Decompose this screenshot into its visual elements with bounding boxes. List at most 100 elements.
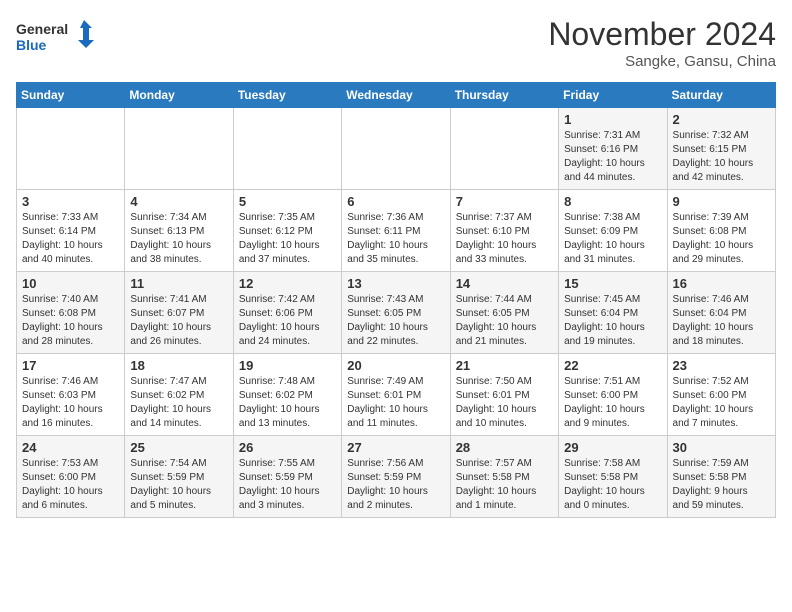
day-number: 1	[564, 112, 661, 127]
week-row-3: 10Sunrise: 7:40 AM Sunset: 6:08 PM Dayli…	[17, 272, 776, 354]
header-cell-saturday: Saturday	[667, 83, 775, 108]
header-cell-sunday: Sunday	[17, 83, 125, 108]
day-number: 3	[22, 194, 119, 209]
calendar-cell: 14 Sunrise: 7:44 AM Sunset: 6:05 PM Dayli…	[450, 272, 558, 354]
location-subtitle: Sangke, Gansu, China	[548, 53, 776, 70]
title-block: November 2024 Sangke, Gansu, China	[548, 16, 776, 70]
calendar-cell: 21Sunrise: 7:50 AM Sunset: 6:01 PM Dayli…	[450, 354, 558, 436]
header-row: SundayMondayTuesdayWednesdayThursdayFrid…	[17, 83, 776, 108]
cell-content: Sunrise: 7:49 AM Sunset: 6:01 PM Dayligh…	[347, 375, 444, 431]
calendar-cell	[450, 108, 558, 190]
day-number: 6	[347, 194, 444, 209]
cell-content: Sunrise: 7:56 AM Sunset: 5:59 PM Dayligh…	[347, 457, 444, 513]
calendar-cell: 18 Sunrise: 7:47 AM Sunset: 6:02 PM Dayli…	[125, 354, 233, 436]
calendar-cell: 7 Sunrise: 7:37 AM Sunset: 6:10 PM Daylig…	[450, 190, 558, 272]
calendar-cell: 6 Sunrise: 7:36 AM Sunset: 6:11 PM Daylig…	[342, 190, 450, 272]
calendar-cell	[233, 108, 341, 190]
header-cell-friday: Friday	[559, 83, 667, 108]
calendar-cell: 12Sunrise: 7:42 AM Sunset: 6:06 PM Dayli…	[233, 272, 341, 354]
day-number: 2	[673, 112, 770, 127]
cell-content: Sunrise: 7:50 AM Sunset: 6:01 PM Dayligh…	[456, 375, 553, 431]
cell-content: Sunrise: 7:57 AM Sunset: 5:58 PM Dayligh…	[456, 457, 553, 513]
cell-content: Sunrise: 7:41 AM Sunset: 6:07 PM Dayligh…	[130, 293, 227, 349]
day-number: 19	[239, 358, 336, 373]
calendar-cell: 1 Sunrise: 7:31 AM Sunset: 6:16 PM Daylig…	[559, 108, 667, 190]
day-number: 11	[130, 276, 227, 291]
day-number: 16	[673, 276, 770, 291]
cell-content: Sunrise: 7:54 AM Sunset: 5:59 PM Dayligh…	[130, 457, 227, 513]
cell-content: Sunrise: 7:58 AM Sunset: 5:58 PM Dayligh…	[564, 457, 661, 513]
calendar-cell: 24Sunrise: 7:53 AM Sunset: 6:00 PM Dayli…	[17, 436, 125, 518]
day-number: 4	[130, 194, 227, 209]
day-number: 13	[347, 276, 444, 291]
calendar-cell: 10Sunrise: 7:40 AM Sunset: 6:08 PM Dayli…	[17, 272, 125, 354]
cell-content: Sunrise: 7:31 AM Sunset: 6:16 PM Dayligh…	[564, 129, 661, 185]
calendar-cell: 19 Sunrise: 7:48 AM Sunset: 6:02 PM Dayli…	[233, 354, 341, 436]
cell-content: Sunrise: 7:52 AM Sunset: 6:00 PM Dayligh…	[673, 375, 770, 431]
day-number: 28	[456, 440, 553, 455]
day-number: 18	[130, 358, 227, 373]
cell-content: Sunrise: 7:37 AM Sunset: 6:10 PM Dayligh…	[456, 211, 553, 267]
cell-content: Sunrise: 7:46 AM Sunset: 6:03 PM Dayligh…	[22, 375, 119, 431]
calendar-cell: 29Sunrise: 7:58 AM Sunset: 5:58 PM Dayli…	[559, 436, 667, 518]
page-header: General Blue November 2024 Sangke, Gansu…	[16, 16, 776, 70]
day-number: 20	[347, 358, 444, 373]
calendar-cell: 28 Sunrise: 7:57 AM Sunset: 5:58 PM Dayli…	[450, 436, 558, 518]
calendar-cell: 17 Sunrise: 7:46 AM Sunset: 6:03 PM Dayli…	[17, 354, 125, 436]
cell-content: Sunrise: 7:35 AM Sunset: 6:12 PM Dayligh…	[239, 211, 336, 267]
logo-svg: General Blue	[16, 16, 96, 56]
calendar-cell: 27 Sunrise: 7:56 AM Sunset: 5:59 PM Dayli…	[342, 436, 450, 518]
day-number: 8	[564, 194, 661, 209]
week-row-2: 3 Sunrise: 7:33 AM Sunset: 6:14 PM Daylig…	[17, 190, 776, 272]
calendar-cell: 25 Sunrise: 7:54 AM Sunset: 5:59 PM Dayli…	[125, 436, 233, 518]
cell-content: Sunrise: 7:44 AM Sunset: 6:05 PM Dayligh…	[456, 293, 553, 349]
cell-content: Sunrise: 7:55 AM Sunset: 5:59 PM Dayligh…	[239, 457, 336, 513]
cell-content: Sunrise: 7:36 AM Sunset: 6:11 PM Dayligh…	[347, 211, 444, 267]
calendar-cell: 26 Sunrise: 7:55 AM Sunset: 5:59 PM Dayli…	[233, 436, 341, 518]
cell-content: Sunrise: 7:39 AM Sunset: 6:08 PM Dayligh…	[673, 211, 770, 267]
day-number: 27	[347, 440, 444, 455]
calendar-cell: 23 Sunrise: 7:52 AM Sunset: 6:00 PM Dayli…	[667, 354, 775, 436]
cell-content: Sunrise: 7:40 AM Sunset: 6:08 PM Dayligh…	[22, 293, 119, 349]
cell-content: Sunrise: 7:48 AM Sunset: 6:02 PM Dayligh…	[239, 375, 336, 431]
calendar-cell: 3 Sunrise: 7:33 AM Sunset: 6:14 PM Daylig…	[17, 190, 125, 272]
day-number: 5	[239, 194, 336, 209]
calendar-cell	[17, 108, 125, 190]
header-cell-monday: Monday	[125, 83, 233, 108]
month-title: November 2024	[548, 16, 776, 53]
cell-content: Sunrise: 7:38 AM Sunset: 6:09 PM Dayligh…	[564, 211, 661, 267]
day-number: 15	[564, 276, 661, 291]
calendar-cell: 4Sunrise: 7:34 AM Sunset: 6:13 PM Daylig…	[125, 190, 233, 272]
cell-content: Sunrise: 7:47 AM Sunset: 6:02 PM Dayligh…	[130, 375, 227, 431]
calendar-cell	[125, 108, 233, 190]
calendar-cell: 2Sunrise: 7:32 AM Sunset: 6:15 PM Daylig…	[667, 108, 775, 190]
cell-content: Sunrise: 7:43 AM Sunset: 6:05 PM Dayligh…	[347, 293, 444, 349]
svg-text:Blue: Blue	[16, 37, 47, 53]
cell-content: Sunrise: 7:59 AM Sunset: 5:58 PM Dayligh…	[673, 457, 770, 513]
day-number: 25	[130, 440, 227, 455]
calendar-cell: 30Sunrise: 7:59 AM Sunset: 5:58 PM Dayli…	[667, 436, 775, 518]
calendar-table: SundayMondayTuesdayWednesdayThursdayFrid…	[16, 82, 776, 518]
calendar-cell	[342, 108, 450, 190]
calendar-cell: 20 Sunrise: 7:49 AM Sunset: 6:01 PM Dayli…	[342, 354, 450, 436]
calendar-cell: 11 Sunrise: 7:41 AM Sunset: 6:07 PM Dayli…	[125, 272, 233, 354]
calendar-cell: 15 Sunrise: 7:45 AM Sunset: 6:04 PM Dayli…	[559, 272, 667, 354]
cell-content: Sunrise: 7:51 AM Sunset: 6:00 PM Dayligh…	[564, 375, 661, 431]
cell-content: Sunrise: 7:33 AM Sunset: 6:14 PM Dayligh…	[22, 211, 119, 267]
svg-text:General: General	[16, 21, 68, 37]
day-number: 17	[22, 358, 119, 373]
week-row-4: 17 Sunrise: 7:46 AM Sunset: 6:03 PM Dayli…	[17, 354, 776, 436]
day-number: 23	[673, 358, 770, 373]
week-row-5: 24Sunrise: 7:53 AM Sunset: 6:00 PM Dayli…	[17, 436, 776, 518]
cell-content: Sunrise: 7:45 AM Sunset: 6:04 PM Dayligh…	[564, 293, 661, 349]
calendar-cell: 13 Sunrise: 7:43 AM Sunset: 6:05 PM Dayli…	[342, 272, 450, 354]
header-cell-tuesday: Tuesday	[233, 83, 341, 108]
calendar-cell: 22 Sunrise: 7:51 AM Sunset: 6:00 PM Dayli…	[559, 354, 667, 436]
day-number: 22	[564, 358, 661, 373]
header-cell-thursday: Thursday	[450, 83, 558, 108]
week-row-1: 1 Sunrise: 7:31 AM Sunset: 6:16 PM Daylig…	[17, 108, 776, 190]
day-number: 26	[239, 440, 336, 455]
day-number: 14	[456, 276, 553, 291]
day-number: 7	[456, 194, 553, 209]
day-number: 12	[239, 276, 336, 291]
